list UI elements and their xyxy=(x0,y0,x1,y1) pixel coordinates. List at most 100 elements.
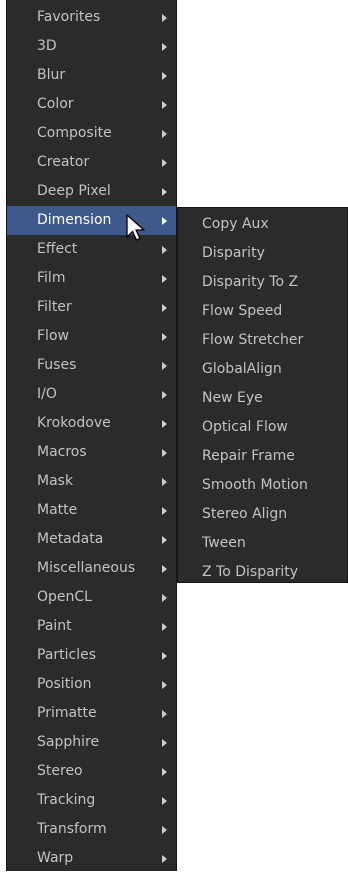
menu-item-blur[interactable]: Blur xyxy=(7,61,176,90)
chevron-right-icon xyxy=(162,14,167,22)
chevron-right-icon xyxy=(162,681,167,689)
submenu-item-label: Z To Disparity xyxy=(202,564,299,580)
submenu-item-tween[interactable]: Tween xyxy=(178,529,347,558)
chevron-right-icon xyxy=(162,391,167,399)
submenu-item-label: Optical Flow xyxy=(202,419,288,435)
chevron-right-icon xyxy=(162,188,167,196)
menu-item-label: OpenCL xyxy=(37,589,92,605)
menu-item-film[interactable]: Film xyxy=(7,264,176,293)
menu-item-warp[interactable]: Warp xyxy=(7,844,176,873)
submenu-item-flow-speed[interactable]: Flow Speed xyxy=(178,297,347,326)
menu-item-composite[interactable]: Composite xyxy=(7,119,176,148)
menu-item-label: Film xyxy=(37,270,66,286)
submenu-item-disparity[interactable]: Disparity xyxy=(178,239,347,268)
menu-item-label: Fuses xyxy=(37,357,77,373)
menu-item-stereo[interactable]: Stereo xyxy=(7,757,176,786)
menu-item-miscellaneous[interactable]: Miscellaneous xyxy=(7,554,176,583)
menu-item-particles[interactable]: Particles xyxy=(7,641,176,670)
menu-item-label: Miscellaneous xyxy=(37,560,136,576)
menu-item-label: Particles xyxy=(37,647,97,663)
menu-item-tracking[interactable]: Tracking xyxy=(7,786,176,815)
chevron-right-icon xyxy=(162,478,167,486)
menu-item-i-o[interactable]: I/O xyxy=(7,380,176,409)
chevron-right-icon xyxy=(162,275,167,283)
menu-item-mask[interactable]: Mask xyxy=(7,467,176,496)
menu-item-3d[interactable]: 3D xyxy=(7,32,176,61)
menu-item-dimension[interactable]: Dimension xyxy=(7,206,176,235)
menu-item-label: Transform xyxy=(37,821,107,837)
submenu-item-label: Disparity xyxy=(202,245,265,261)
menu-item-primatte[interactable]: Primatte xyxy=(7,699,176,728)
menu-item-label: Tracking xyxy=(37,792,96,808)
submenu-item-optical-flow[interactable]: Optical Flow xyxy=(178,413,347,442)
menu-item-paint[interactable]: Paint xyxy=(7,612,176,641)
menu-item-label: Blur xyxy=(37,67,66,83)
tools-menu: Favorites 3D Blur Color Composite Creator Deep… xyxy=(6,0,177,871)
submenu-item-label: Stereo Align xyxy=(202,506,288,522)
menu-item-label: Warp xyxy=(37,850,74,866)
menu-item-fuses[interactable]: Fuses xyxy=(7,351,176,380)
submenu-item-label: GlobalAlign xyxy=(202,361,282,377)
chevron-right-icon xyxy=(162,507,167,515)
submenu-item-new-eye[interactable]: New Eye xyxy=(178,384,347,413)
chevron-right-icon xyxy=(162,565,167,573)
submenu-item-label: Flow Speed xyxy=(202,303,283,319)
menu-item-color[interactable]: Color xyxy=(7,90,176,119)
menu-item-label: Krokodove xyxy=(37,415,111,431)
menu-item-filter[interactable]: Filter xyxy=(7,293,176,322)
menu-item-label: Composite xyxy=(37,125,112,141)
submenu-item-label: New Eye xyxy=(202,390,263,406)
submenu-item-stereo-align[interactable]: Stereo Align xyxy=(178,500,347,529)
menu-item-label: I/O xyxy=(37,386,57,402)
menu-item-label: Creator xyxy=(37,154,90,170)
menu-item-label: Primatte xyxy=(37,705,97,721)
chevron-right-icon xyxy=(162,855,167,863)
menu-item-position[interactable]: Position xyxy=(7,670,176,699)
menu-item-label: Dimension xyxy=(37,212,112,228)
chevron-right-icon xyxy=(162,449,167,457)
menu-item-creator[interactable]: Creator xyxy=(7,148,176,177)
chevron-right-icon xyxy=(162,72,167,80)
chevron-right-icon xyxy=(162,43,167,51)
menu-item-label: Sapphire xyxy=(37,734,100,750)
submenu-item-smooth-motion[interactable]: Smooth Motion xyxy=(178,471,347,500)
submenu-item-label: Smooth Motion xyxy=(202,477,308,493)
submenu-item-z-to-disparity[interactable]: Z To Disparity xyxy=(178,558,347,587)
menu-item-sapphire[interactable]: Sapphire xyxy=(7,728,176,757)
menu-item-deep-pixel[interactable]: Deep Pixel xyxy=(7,177,176,206)
menu-item-transform[interactable]: Transform xyxy=(7,815,176,844)
menu-item-label: Matte xyxy=(37,502,78,518)
menu-item-opencl[interactable]: OpenCL xyxy=(7,583,176,612)
submenu-item-globalalign[interactable]: GlobalAlign xyxy=(178,355,347,384)
dimension-submenu: Copy Aux Disparity Disparity To Z Flow Spee… xyxy=(177,207,348,583)
submenu-item-flow-stretcher[interactable]: Flow Stretcher xyxy=(178,326,347,355)
chevron-right-icon xyxy=(162,594,167,602)
chevron-right-icon xyxy=(162,304,167,312)
chevron-right-icon xyxy=(162,101,167,109)
submenu-item-label: Disparity To Z xyxy=(202,274,299,290)
chevron-right-icon xyxy=(162,217,167,225)
menu-item-krokodove[interactable]: Krokodove xyxy=(7,409,176,438)
menu-item-matte[interactable]: Matte xyxy=(7,496,176,525)
menu-item-label: Mask xyxy=(37,473,74,489)
menu-item-effect[interactable]: Effect xyxy=(7,235,176,264)
menu-item-macros[interactable]: Macros xyxy=(7,438,176,467)
menu-item-label: Paint xyxy=(37,618,72,634)
menu-item-metadata[interactable]: Metadata xyxy=(7,525,176,554)
menu-item-label: Effect xyxy=(37,241,78,257)
submenu-item-label: Tween xyxy=(202,535,246,551)
chevron-right-icon xyxy=(162,797,167,805)
submenu-item-disparity-to-z[interactable]: Disparity To Z xyxy=(178,268,347,297)
submenu-item-repair-frame[interactable]: Repair Frame xyxy=(178,442,347,471)
submenu-item-label: Copy Aux xyxy=(202,216,269,232)
chevron-right-icon xyxy=(162,246,167,254)
chevron-right-icon xyxy=(162,420,167,428)
menu-item-favorites[interactable]: Favorites xyxy=(7,3,176,32)
chevron-right-icon xyxy=(162,130,167,138)
submenu-item-copy-aux[interactable]: Copy Aux xyxy=(178,210,347,239)
menu-item-flow[interactable]: Flow xyxy=(7,322,176,351)
menu-item-label: Metadata xyxy=(37,531,104,547)
menu-item-label: Stereo xyxy=(37,763,83,779)
chevron-right-icon xyxy=(162,623,167,631)
menu-item-label: 3D xyxy=(37,38,57,54)
